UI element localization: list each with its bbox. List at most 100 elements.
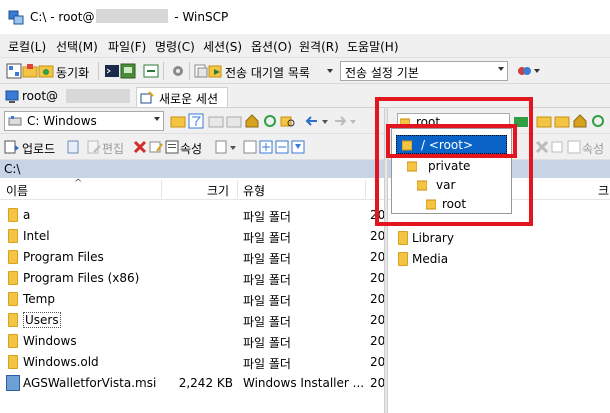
table-row[interactable]: a 파일 폴더 20 (0, 205, 385, 226)
rename-icon[interactable] (148, 139, 164, 155)
dropdown-item-private[interactable]: private (396, 157, 507, 176)
table-row[interactable]: Program Files 파일 폴더 20 (0, 247, 385, 268)
table-row[interactable]: Temp 파일 폴더 20 (0, 289, 385, 310)
cell-name: Users (23, 312, 61, 328)
menu-select[interactable]: 선택(M) (56, 38, 98, 55)
list-item[interactable]: Media (388, 249, 610, 270)
column-size-header[interactable]: 크기 (207, 182, 229, 199)
cell-date: 20 (370, 271, 386, 285)
cell-name: Program Files (x86) (23, 271, 140, 285)
cell-type: Windows Installer ... (243, 376, 365, 390)
upload-button[interactable]: 업로드 (22, 140, 55, 157)
select-all-icon[interactable] (242, 139, 258, 155)
table-row[interactable]: AGSWalletforVista.msi 2,242 KB Windows Ins… (0, 373, 385, 394)
table-row[interactable]: Users 파일 폴더 20 (0, 310, 385, 331)
cell-type: 파일 폴더 (243, 231, 291, 245)
transfer-settings-select[interactable]: 전송 설정 기본 (340, 61, 508, 81)
filter-selection-icon[interactable] (290, 139, 306, 155)
new-dropdown-icon[interactable] (230, 146, 236, 150)
properties-icon[interactable] (566, 139, 582, 155)
root-directory-icon[interactable] (554, 113, 570, 129)
column-divider (365, 180, 366, 198)
queue-icon[interactable] (193, 63, 209, 79)
sync-icon[interactable] (38, 63, 54, 79)
main-toolbar: 동기화 전송 대기열 목록 전송 설정 기본 (0, 58, 610, 84)
compare-icon[interactable] (143, 63, 159, 79)
filter-icon[interactable] (188, 113, 204, 129)
table-row[interactable]: Windows.old 파일 폴더 20 (0, 352, 385, 373)
table-row[interactable]: Windows 파일 폴더 20 (0, 331, 385, 352)
local-action-toolbar: 업로드 편집 속성 (0, 134, 385, 160)
back-arrow-icon[interactable] (304, 113, 320, 129)
parent-directory-icon[interactable] (536, 113, 552, 129)
parent-directory-icon[interactable] (208, 113, 224, 129)
local-drive-select[interactable]: C: Windows (4, 111, 164, 131)
toolbar-separator (189, 62, 190, 80)
folder-icon (8, 229, 18, 243)
putty-icon[interactable] (120, 63, 136, 79)
redacted-host (66, 89, 130, 103)
menu-local[interactable]: 로컬(L) (8, 38, 46, 55)
cell-type: 파일 폴더 (243, 357, 291, 371)
tab-new-session[interactable]: 새로운 세션 (136, 87, 228, 107)
window-title: C:\ - root@ - WinSCP (30, 9, 229, 24)
winscp-app-icon (8, 10, 24, 25)
transfer-settings-dropdown-icon[interactable] (534, 69, 540, 73)
open-directory-icon[interactable] (170, 113, 186, 129)
cell-date: 20 (370, 229, 386, 243)
refresh-icon[interactable] (590, 113, 606, 129)
remote-properties-label[interactable]: 속성 (582, 140, 604, 157)
local-pane: C: Windows 업로드 편집 속성 C:\ 이름 ^ 크기 유형 a 파일… (0, 108, 385, 413)
menu-remote[interactable]: 원격(R) (299, 38, 339, 55)
collapse-selection-icon[interactable] (274, 139, 290, 155)
column-size-header[interactable]: 크 (598, 182, 609, 199)
cell-date: 20 (370, 250, 386, 264)
expand-selection-icon[interactable] (258, 139, 274, 155)
home-icon[interactable] (572, 113, 588, 129)
new-session-icon[interactable] (6, 63, 22, 79)
sync-button[interactable]: 동기화 (56, 64, 89, 81)
dropdown-item-root-dir[interactable]: root (396, 195, 507, 214)
refresh-icon[interactable] (262, 113, 278, 129)
rename-icon[interactable] (550, 139, 566, 155)
forward-arrow-icon[interactable] (332, 113, 348, 129)
edit-button[interactable]: 편집 (102, 140, 124, 157)
transfer-settings-icon[interactable] (516, 63, 532, 79)
menu-help[interactable]: 도움말(H) (347, 38, 399, 55)
home-icon[interactable] (244, 113, 260, 129)
dropdown-item-var[interactable]: var (396, 176, 507, 195)
table-row[interactable]: Program Files (x86) 파일 폴더 20 (0, 268, 385, 289)
menu-command[interactable]: 명령(C) (155, 38, 195, 55)
delete-icon[interactable] (132, 139, 148, 155)
cell-name: Temp (23, 292, 55, 306)
menu-session[interactable]: 세션(S) (203, 38, 242, 55)
menu-options[interactable]: 옵션(O) (251, 38, 292, 55)
upload-options-icon[interactable] (66, 139, 82, 155)
title-bar: C:\ - root@ - WinSCP (0, 0, 610, 34)
queue-list-button[interactable]: 전송 대기열 목록 (225, 64, 310, 81)
cell-date: 20 (370, 376, 386, 390)
find-files-icon[interactable] (280, 113, 296, 129)
table-row[interactable]: Intel 파일 폴더 20 (0, 226, 385, 247)
preferences-gear-icon[interactable] (170, 63, 186, 79)
new-session-tab-icon (140, 91, 154, 104)
queue-transfer-icon[interactable] (208, 63, 224, 79)
root-directory-icon[interactable] (226, 113, 242, 129)
queue-dropdown-arrow-icon[interactable] (327, 69, 333, 73)
column-name-header[interactable]: 이름 (6, 182, 28, 199)
menu-file[interactable]: 파일(F) (108, 38, 146, 55)
open-folder-icon[interactable] (22, 63, 38, 79)
list-item[interactable]: Library (388, 228, 610, 249)
tab-session-root[interactable]: root@ (2, 87, 132, 107)
tab-session-label: root@ (22, 89, 59, 103)
cell-type: 파일 폴더 (243, 294, 291, 308)
column-type-header[interactable]: 유형 (243, 182, 265, 199)
delete-icon[interactable] (534, 139, 550, 155)
new-icon[interactable] (214, 139, 230, 155)
forward-dropdown-icon[interactable] (350, 120, 356, 124)
properties-button[interactable]: 속성 (180, 140, 202, 157)
back-dropdown-icon[interactable] (322, 120, 328, 124)
cell-type: 파일 폴더 (243, 273, 291, 287)
folder-icon (8, 271, 18, 285)
console-icon[interactable] (104, 63, 120, 79)
